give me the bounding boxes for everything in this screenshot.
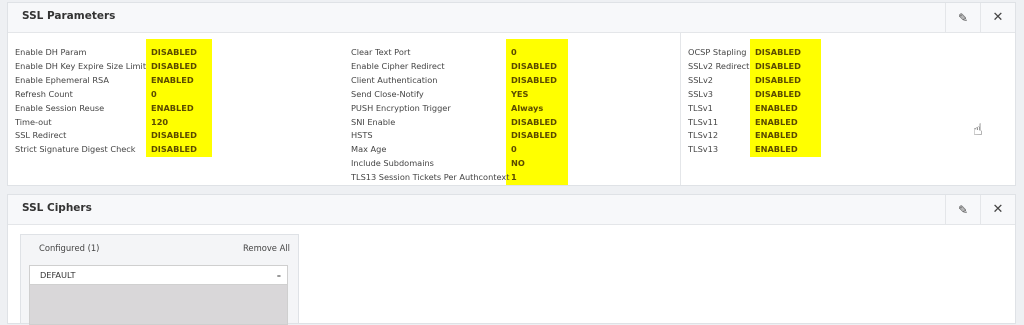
param-label: SSLv2 — [688, 74, 714, 85]
param-value: DISABLED — [755, 88, 801, 99]
param-label: SSLv3 — [688, 88, 714, 99]
ssl-parameters-header: SSL Parameters ✎ ✕ — [8, 3, 1015, 33]
ssl-parameters-body: Enable DH Param DISABLED Enable DH Key Exp… — [8, 33, 1015, 185]
param-value: 0 — [511, 144, 517, 155]
param-value: DISABLED — [511, 74, 557, 85]
param-value: YES — [511, 88, 529, 99]
configured-ciphers-header: Configured (1) Remove All — [21, 243, 298, 257]
param-value: DISABLED — [511, 60, 557, 71]
param-value: DISABLED — [755, 47, 801, 57]
param-label: PUSH Encryption Trigger — [351, 102, 451, 113]
param-value: ENABLED — [151, 102, 194, 113]
param-value: ENABLED — [755, 116, 798, 127]
ssl-parameters-panel: SSL Parameters ✎ ✕ Enable DH Param DISABL… — [7, 2, 1016, 186]
param-label: Clear Text Port — [351, 47, 411, 57]
remove-all-link[interactable]: Remove All — [243, 243, 290, 253]
param-value: Always — [511, 102, 544, 113]
close-icon: ✕ — [992, 10, 1004, 25]
param-label: Include Subdomains — [351, 158, 434, 169]
ssl-parameters-close-button[interactable]: ✕ — [980, 3, 1015, 32]
parameters-column-1: Enable DH Param DISABLED Enable DH Key Exp… — [8, 33, 344, 185]
param-label: TLSv1 — [688, 102, 713, 113]
list-item[interactable]: DEFAULT – — [30, 266, 287, 285]
param-value: DISABLED — [511, 130, 557, 141]
param-label: SSLv2 Redirect — [688, 60, 750, 71]
param-value: NO — [511, 158, 525, 169]
ssl-ciphers-header: SSL Ciphers ✎ ✕ — [8, 195, 1015, 225]
param-label: Enable Cipher Redirect — [351, 60, 445, 71]
close-icon: ✕ — [992, 202, 1004, 217]
ssl-parameters-edit-button[interactable]: ✎ — [945, 3, 980, 32]
ssl-ciphers-title: SSL Ciphers — [22, 202, 92, 214]
param-label: TLSv11 — [688, 116, 719, 127]
param-value: ENABLED — [151, 74, 194, 85]
param-label: Enable Session Reuse — [15, 102, 105, 113]
param-label: HSTS — [351, 130, 373, 141]
remove-cipher-button[interactable]: – — [277, 266, 281, 284]
param-label: TLSv13 — [688, 144, 719, 155]
param-label: Refresh Count — [15, 88, 73, 99]
configured-ciphers-list: DEFAULT – — [29, 265, 288, 325]
ssl-ciphers-edit-button[interactable]: ✎ — [945, 195, 980, 224]
param-value: 0 — [151, 88, 157, 99]
param-label: Enable DH Key Expire Size Limit — [15, 60, 147, 71]
param-value: 1 — [511, 172, 517, 183]
param-label: Enable DH Param — [15, 47, 87, 57]
ssl-ciphers-close-button[interactable]: ✕ — [980, 195, 1015, 224]
parameters-column-3: OCSP Stapling DISABLED SSLv2 Redirect DISAB… — [680, 33, 1017, 185]
param-value: 0 — [511, 47, 517, 57]
parameters-column-2: Clear Text Port 0 Enable Cipher Redirect DI… — [344, 33, 680, 185]
param-label: Time-out — [15, 116, 52, 127]
ssl-ciphers-panel: SSL Ciphers ✎ ✕ Configured (1) Remove Al… — [7, 194, 1016, 325]
param-value: DISABLED — [151, 130, 197, 141]
param-label: Client Authentication — [351, 74, 438, 85]
param-value: ENABLED — [755, 130, 798, 141]
configured-ciphers-box: Configured (1) Remove All DEFAULT – — [20, 234, 299, 325]
param-label: Strict Signature Digest Check — [15, 144, 136, 155]
param-value: DISABLED — [511, 116, 557, 127]
ssl-parameters-title: SSL Parameters — [22, 10, 116, 22]
cipher-item-label: DEFAULT — [40, 270, 76, 280]
param-label: SNI Enable — [351, 116, 396, 127]
param-value: DISABLED — [151, 47, 197, 57]
param-label: OCSP Stapling — [688, 47, 747, 57]
pencil-icon: ✎ — [957, 10, 969, 25]
ssl-parameters-actions: ✎ ✕ — [945, 3, 1015, 32]
pointer-cursor-icon: ☝ — [973, 120, 983, 139]
configured-count-label: Configured (1) — [39, 243, 100, 253]
param-label: Enable Ephemeral RSA — [15, 74, 110, 85]
param-value: DISABLED — [151, 144, 197, 155]
param-value: 120 — [151, 116, 169, 127]
param-label: TLS13 Session Tickets Per Authcontext — [351, 172, 510, 183]
pencil-icon: ✎ — [957, 202, 969, 217]
param-value: DISABLED — [755, 74, 801, 85]
param-label: SSL Redirect — [15, 130, 67, 141]
param-value: DISABLED — [151, 60, 197, 71]
param-label: TLSv12 — [688, 130, 719, 141]
param-value: ENABLED — [755, 102, 798, 113]
param-label: Max Age — [351, 144, 387, 155]
ssl-ciphers-actions: ✎ ✕ — [945, 195, 1015, 224]
param-value: DISABLED — [755, 60, 801, 71]
param-label: Send Close-Notify — [351, 88, 424, 99]
param-value: ENABLED — [755, 144, 798, 155]
